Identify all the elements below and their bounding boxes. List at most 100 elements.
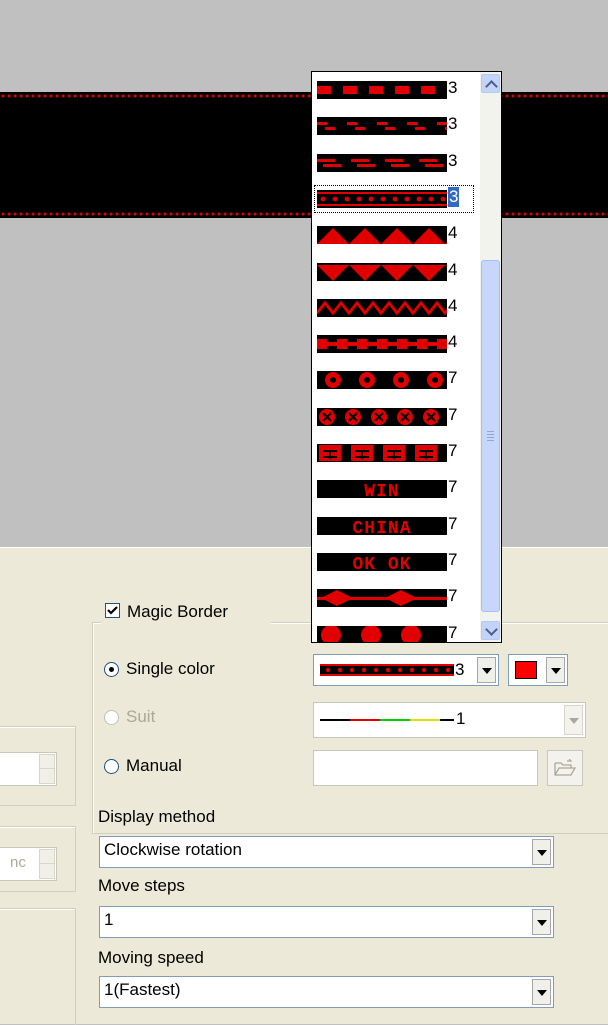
dropdown-item-value: 3: [448, 114, 458, 134]
moving-speed-select[interactable]: 1(Fastest): [99, 976, 554, 1008]
dropdown-item-value: 7: [448, 368, 458, 388]
color-swatch: [515, 661, 537, 679]
pattern-swatch: [317, 407, 447, 426]
preview-border-bottom: [0, 212, 608, 216]
chevron-down-icon: [536, 990, 547, 996]
dropdown-item[interactable]: 3: [312, 72, 480, 108]
move-steps-value: 1: [104, 910, 114, 929]
dropdown-item[interactable]: 3: [312, 145, 480, 181]
chevron-down-icon: [550, 668, 561, 674]
dropdown-item[interactable]: 4: [312, 217, 480, 253]
move-steps-label: Move steps: [98, 876, 185, 895]
suit-combo-dropdown-button: [563, 704, 584, 736]
dropdown-item-value: 4: [448, 223, 458, 243]
left-spin-1[interactable]: [0, 752, 57, 786]
dropdown-item[interactable]: 4: [312, 290, 480, 326]
pattern-swatch: [317, 117, 447, 136]
dropdown-item-value: 7: [448, 404, 458, 424]
manual-label: Manual: [126, 756, 182, 775]
display-method-select[interactable]: Clockwise rotation: [99, 836, 554, 868]
svg-text:OK OK: OK OK: [352, 555, 411, 571]
pattern-swatch: OK OK: [317, 552, 447, 571]
pattern-combo-value: 3: [455, 660, 465, 679]
display-method-label: Display method: [98, 807, 216, 826]
left-spin-2[interactable]: nc: [0, 847, 57, 881]
dropdown-item[interactable]: 7: [312, 617, 480, 642]
radio-suit: Suit: [104, 707, 304, 729]
manual-file-field[interactable]: [313, 750, 538, 786]
scroll-thumb[interactable]: [481, 260, 500, 612]
scroll-down-button[interactable]: [481, 621, 500, 640]
suit-combo-value: 1: [456, 709, 466, 728]
pattern-combo-preview: [320, 664, 454, 676]
pattern-swatch: [317, 153, 447, 172]
pattern-combo-dropdown-button[interactable]: [476, 656, 497, 684]
dropdown-item-value: 4: [448, 295, 458, 315]
dropdown-item-value: 7: [448, 477, 458, 497]
dropdown-item-value: 7: [448, 441, 458, 460]
radio-single-color[interactable]: Single color: [104, 659, 304, 681]
color-combo[interactable]: [508, 654, 568, 686]
left-groupbox-1: [0, 726, 76, 806]
checkmark-icon: [107, 606, 118, 615]
pattern-swatch: [317, 226, 447, 245]
pattern-combo[interactable]: 3: [313, 654, 499, 686]
move-steps-select[interactable]: 1: [99, 906, 554, 938]
display-method-value: Clockwise rotation: [104, 840, 242, 859]
pattern-swatch: CHINA: [317, 516, 447, 535]
suit-label: Suit: [126, 707, 156, 726]
border-preview: [0, 92, 608, 218]
magic-border-label: Magic Border: [127, 602, 229, 621]
dropdown-item-value: 7: [448, 549, 458, 569]
left-spin-2-text: nc: [10, 854, 26, 871]
radio-single-color-button[interactable]: [104, 662, 119, 677]
suit-combo: 1: [313, 702, 586, 738]
pattern-dropdown-list[interactable]: 3 3 3 3 4 4 4 4 7 7 7 WIN 7 CHINA 7 OK OK 7 7 7: [311, 71, 502, 643]
folder-open-icon: [554, 759, 576, 776]
pattern-swatch: [317, 589, 447, 608]
dropdown-item[interactable]: 4: [312, 326, 480, 362]
magic-border-checkbox[interactable]: [105, 603, 120, 618]
radio-manual-button[interactable]: [104, 759, 119, 774]
magic-border-toggle[interactable]: Magic Border: [101, 600, 271, 624]
dropdown-item[interactable]: 7: [312, 435, 480, 471]
settings-panel: nc Magic Border Single color Suit Manual: [0, 547, 608, 1025]
chevron-down-icon: [568, 718, 579, 724]
dropdown-item-value: 3: [448, 78, 458, 97]
move-steps-dropdown-button[interactable]: [531, 908, 552, 936]
dropdown-item-value: 7: [448, 622, 458, 642]
dropdown-item-value: 7: [448, 513, 458, 533]
preview-border-top: [0, 94, 608, 98]
dropdown-scrollbar[interactable]: [480, 72, 501, 642]
suit-combo-preview: [320, 719, 454, 721]
chevron-down-icon: [485, 623, 498, 636]
dropdown-item[interactable]: 3: [312, 108, 480, 144]
chevron-up-icon: [485, 80, 498, 93]
dropdown-item[interactable]: OK OK 7: [312, 544, 480, 580]
dropdown-item[interactable]: 3: [312, 181, 480, 217]
single-color-label: Single color: [126, 659, 215, 678]
left-groupbox-2: nc: [0, 826, 76, 892]
moving-speed-value: 1(Fastest): [104, 980, 181, 999]
dropdown-item[interactable]: 7: [312, 399, 480, 435]
dropdown-item[interactable]: 7: [312, 580, 480, 616]
open-folder-button[interactable]: [547, 750, 583, 786]
pattern-swatch: WIN: [317, 480, 447, 499]
scroll-up-button[interactable]: [481, 74, 500, 93]
dropdown-item[interactable]: 4: [312, 254, 480, 290]
radio-manual[interactable]: Manual: [104, 756, 304, 778]
pattern-swatch: [317, 444, 447, 462]
display-method-dropdown-button[interactable]: [531, 838, 552, 866]
dropdown-item[interactable]: 7: [312, 362, 480, 398]
moving-speed-dropdown-button[interactable]: [531, 978, 552, 1006]
color-combo-dropdown-button[interactable]: [545, 656, 566, 684]
radio-suit-button: [104, 710, 119, 725]
moving-speed-label: Moving speed: [98, 948, 204, 967]
chevron-down-icon: [536, 850, 547, 856]
pattern-swatch: [317, 371, 447, 390]
dropdown-item[interactable]: WIN 7: [312, 471, 480, 507]
chevron-down-icon: [536, 920, 547, 926]
dropdown-item[interactable]: CHINA 7: [312, 508, 480, 544]
pattern-swatch: [317, 262, 447, 281]
pattern-swatch: [317, 625, 447, 642]
